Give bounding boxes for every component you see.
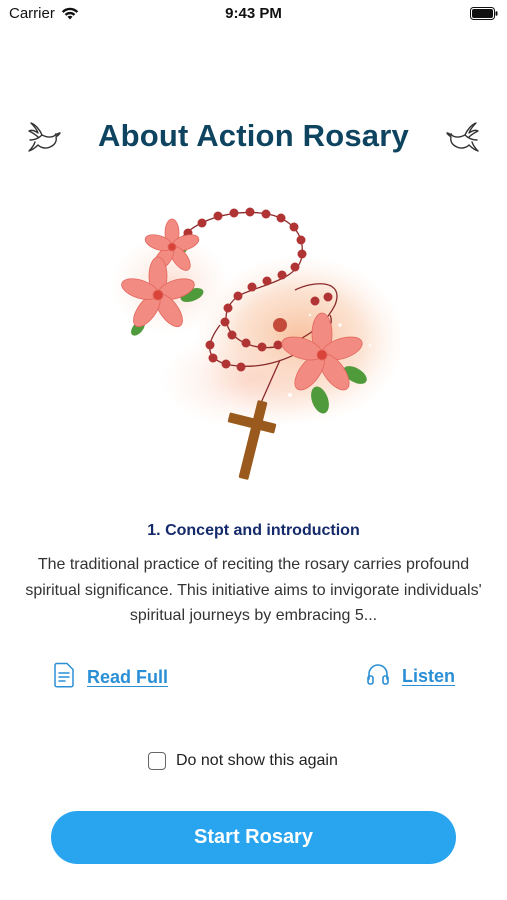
- battery-icon: [470, 7, 498, 20]
- header: About Action Rosary: [0, 112, 507, 164]
- do-not-show-again-checkbox[interactable]: [148, 752, 166, 770]
- rosary-illustration: [110, 195, 405, 495]
- description-text: The traditional practice of reciting the…: [25, 556, 482, 624]
- read-full-link[interactable]: Read Full: [53, 662, 168, 693]
- page-title: About Action Rosary: [98, 118, 409, 153]
- document-icon: [53, 662, 75, 693]
- section-heading: 1. Concept and introduction: [147, 522, 360, 539]
- listen-link[interactable]: Listen: [366, 662, 455, 691]
- do-not-show-again-row[interactable]: Do not show this again: [148, 752, 338, 770]
- status-bar: Carrier 9:43 PM: [0, 0, 507, 28]
- headphones-icon: [366, 662, 390, 691]
- read-full-label[interactable]: Read Full: [87, 667, 168, 688]
- do-not-show-again-label: Do not show this again: [176, 752, 338, 769]
- listen-label[interactable]: Listen: [402, 666, 455, 687]
- status-time: 9:43 PM: [225, 5, 282, 22]
- dove-icon: [443, 118, 481, 161]
- start-rosary-button[interactable]: Start Rosary: [51, 811, 456, 864]
